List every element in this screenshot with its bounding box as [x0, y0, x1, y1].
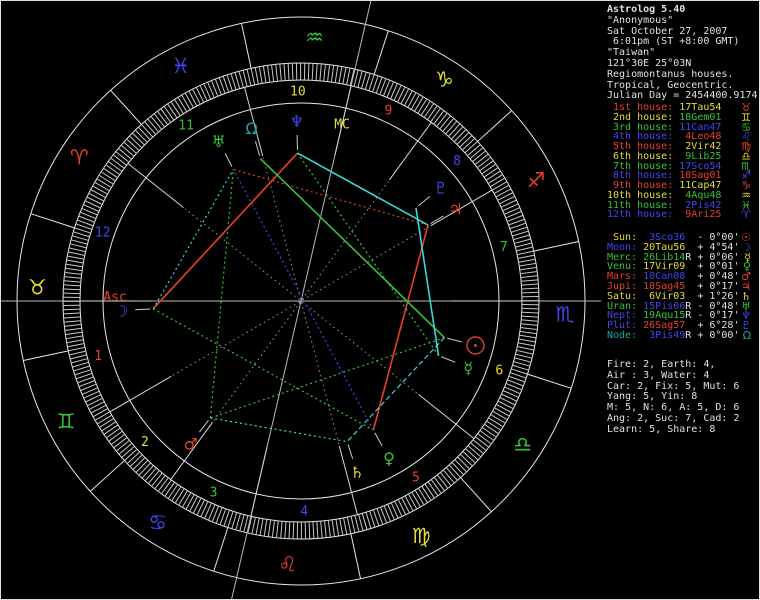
- planet-position-value: 3Pis49: [637, 330, 685, 341]
- nept-icon: ♆: [290, 112, 304, 131]
- house-row: 12th house: 9Ari25 ♈: [607, 210, 757, 220]
- aspect-square-line: [153, 153, 297, 309]
- planet-glyphs: ☽☿♀♂♃♄♅♆♇Ω: [114, 112, 484, 482]
- aspect-lines: [153, 153, 444, 442]
- header-line: "Anonymous": [607, 16, 758, 27]
- house-label: 12th house:: [607, 209, 673, 220]
- house-number: 6: [495, 364, 503, 379]
- aspect-trine-line: [210, 338, 444, 418]
- house-number: 3: [210, 485, 218, 500]
- satu-icon: ♄: [350, 463, 364, 482]
- aspect-square-line: [233, 169, 428, 225]
- uran-icon: ♅: [212, 132, 226, 151]
- house-number: 12: [95, 225, 111, 240]
- mars-icon: ♂: [184, 434, 198, 453]
- asc-label: Asc: [103, 290, 126, 305]
- zodiac-sign-icon: ♈: [70, 146, 89, 170]
- info-panel: Astrolog 5.40 "Anonymous"Sat October 27,…: [604, 1, 760, 599]
- zodiac-sign-icon: ♍: [412, 524, 431, 548]
- node-icon: Ω: [246, 119, 258, 138]
- mc-label: MC: [334, 118, 350, 133]
- aspect-trine-line: [260, 159, 444, 338]
- zodiac-sign-icon: ♊: [57, 409, 76, 433]
- planet-icon: Ω: [743, 330, 751, 341]
- planet-row: Node: 3Pis49R + 0°00'Ω: [607, 331, 757, 341]
- zodiac-sign-icon: ♋: [148, 511, 167, 535]
- chart-header: Astrolog 5.40 "Anonymous"Sat October 27,…: [607, 5, 758, 102]
- planet-label: Node:: [607, 330, 637, 341]
- zodiac-sign-icon: ♌: [278, 553, 297, 577]
- planet-latitude-value: + 0°00': [691, 330, 739, 341]
- house-cusp-value: 9Ari25: [673, 209, 721, 220]
- zodiac-sign-icon: ♏: [555, 302, 574, 326]
- house-number: 10: [290, 85, 306, 100]
- summary-line: Learn: 5, Share: 8: [607, 425, 739, 436]
- house-number: 1: [94, 349, 102, 364]
- natal-chart-wheel: ♈♉♊♋♌♍♎♏♐♑♒♓123456789101112☽☿♀♂♃♄♅♆♇ΩAsc…: [1, 1, 601, 599]
- zodiac-sign-icon: ♎: [513, 432, 532, 456]
- zodiac-sign-icon: ♐: [527, 169, 546, 193]
- zodiac-sign-icon: ♓: [171, 54, 190, 78]
- aspect-trine-line: [153, 309, 373, 430]
- astrolog-window: ♈♉♊♋♌♍♎♏♐♑♒♓123456789101112☽☿♀♂♃♄♅♆♇ΩAsc…: [0, 0, 760, 600]
- house-number: 4: [300, 504, 308, 519]
- house-number: 11: [178, 119, 194, 134]
- header-line: Regiomontanus houses.: [607, 70, 758, 81]
- aspect-sextile-line: [210, 418, 347, 442]
- venu-icon: ♀: [383, 449, 395, 468]
- zodiac-sign-icon: ♉: [28, 276, 47, 300]
- plut-icon: ♇: [434, 179, 448, 198]
- zodiac-sign-icon: ♒: [305, 25, 324, 49]
- zodiac-sign-icon: ♑: [435, 67, 454, 91]
- aspect-sextile-line: [347, 338, 444, 442]
- aspect-trine-line: [210, 169, 233, 418]
- planet-position-table: Sun: 3Sco36 - 0°00'☉Moon: 20Tau56 + 4°54…: [607, 233, 757, 341]
- aspect-sextile-line: [153, 169, 233, 308]
- jupi-icon: ♃: [448, 200, 462, 219]
- house-cusp-table: 1st house: 17Tau54♉ 2nd house: 18Gem01♊ …: [607, 103, 757, 220]
- aspect-square-line: [373, 225, 428, 430]
- summary-line: Air : 3, Water: 4: [607, 371, 739, 382]
- house-number: 2: [141, 435, 149, 450]
- house-number: 7: [500, 240, 508, 255]
- element-summary: Fire: 2, Earth: 4,Air : 3, Water: 4Car: …: [607, 360, 739, 436]
- merc-icon: ☿: [463, 358, 473, 377]
- aspect-trine-line: [298, 153, 439, 356]
- zodiac-sign-icon: ♈: [741, 209, 751, 220]
- house-number: 8: [453, 154, 461, 169]
- house-number: 5: [412, 470, 420, 485]
- house-number: 9: [385, 104, 393, 119]
- header-line: Julian Day = 2454400.9174: [607, 91, 758, 102]
